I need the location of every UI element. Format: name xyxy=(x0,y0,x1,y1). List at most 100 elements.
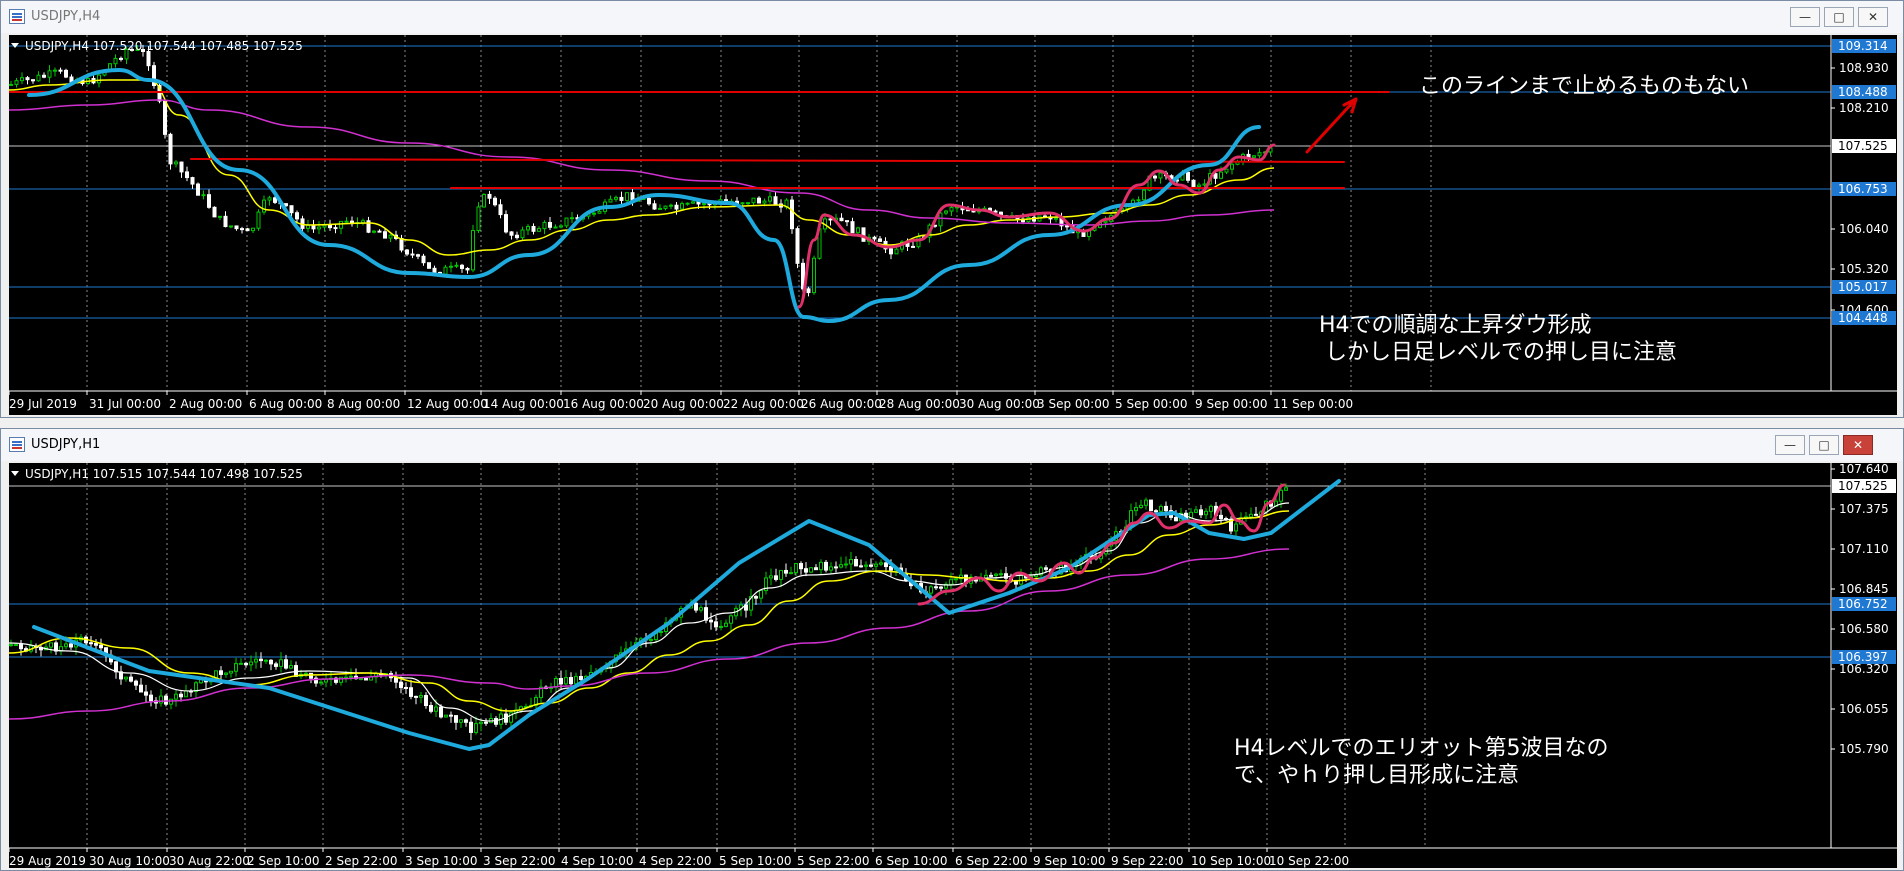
chart-window-h1[interactable]: USDJPY,H1 — □ ✕ 107.640 107.375 107.110 106… xyxy=(0,428,1904,871)
symbol-info: USDJPY,H1 107.515 107.544 107.498 107.52… xyxy=(25,467,303,481)
candle xyxy=(1159,505,1163,512)
candle xyxy=(416,254,420,257)
candle xyxy=(322,224,327,228)
chart-window-h4[interactable]: USDJPY,H4 — □ ✕ 108.930 108.210 106.040 105… xyxy=(0,0,1904,418)
candle xyxy=(834,566,838,569)
candle xyxy=(454,715,458,723)
candle xyxy=(394,677,398,683)
candle xyxy=(889,248,893,255)
candle xyxy=(185,171,189,179)
candle xyxy=(1219,171,1223,179)
candle xyxy=(680,203,684,210)
y-tick-label: 106.580 xyxy=(1839,622,1889,636)
candle xyxy=(124,676,128,680)
candle xyxy=(14,644,18,647)
candle xyxy=(164,695,168,705)
candle xyxy=(649,639,653,642)
candle xyxy=(144,691,148,696)
candle xyxy=(410,253,415,256)
candle xyxy=(939,586,943,589)
candle xyxy=(234,225,239,230)
price-chart-h1[interactable]: 107.640 107.375 107.110 106.845 106.580 106.3… xyxy=(9,463,1897,868)
x-tick-label: 5 Sep 00:00 xyxy=(1115,397,1187,411)
candle xyxy=(234,663,238,672)
candle xyxy=(1103,220,1108,224)
candle xyxy=(479,721,483,725)
candle xyxy=(434,706,438,712)
candle xyxy=(790,199,794,230)
candle xyxy=(264,659,268,662)
candle xyxy=(809,567,813,573)
price-label: 107.525 xyxy=(1838,139,1888,153)
candle xyxy=(424,695,428,707)
chart-area-h1[interactable]: 107.640 107.375 107.110 106.845 106.580 106.3… xyxy=(9,463,1897,868)
candle xyxy=(465,267,470,271)
candle xyxy=(625,192,629,201)
close-button[interactable]: ✕ xyxy=(1858,7,1888,27)
candle xyxy=(1230,163,1234,170)
chart-area-h4[interactable]: 108.930 108.210 106.040 105.320 104.600 109.3… xyxy=(9,35,1897,415)
candle xyxy=(42,74,46,78)
candle xyxy=(564,217,569,227)
candle xyxy=(878,238,882,242)
candle xyxy=(443,266,448,275)
candle xyxy=(759,590,763,599)
minimize-button[interactable]: — xyxy=(1775,435,1805,455)
candle xyxy=(509,231,514,236)
candle xyxy=(592,212,596,215)
candle xyxy=(218,215,222,218)
candle xyxy=(1139,504,1143,508)
annotation-resistance: このラインまで止めるものもない xyxy=(1419,74,1749,99)
candle xyxy=(14,80,19,85)
candle xyxy=(53,69,57,72)
candle xyxy=(19,644,23,650)
y-tick-label: 107.110 xyxy=(1839,542,1889,556)
candle xyxy=(1199,509,1203,516)
minimize-button[interactable]: — xyxy=(1790,7,1820,27)
maximize-button[interactable]: □ xyxy=(1824,7,1854,27)
x-tick-label: 4 Sep 10:00 xyxy=(561,854,633,868)
x-tick-label: 14 Aug 00:00 xyxy=(483,397,564,411)
candle xyxy=(1065,225,1069,228)
candle xyxy=(399,681,403,688)
x-tick-label: 4 Sep 22:00 xyxy=(639,854,711,868)
candle xyxy=(757,197,761,204)
candle xyxy=(359,677,363,680)
x-tick-label: 8 Aug 00:00 xyxy=(327,397,400,411)
candle xyxy=(526,225,530,231)
candle xyxy=(333,227,338,230)
close-button[interactable]: ✕ xyxy=(1843,435,1873,455)
x-tick-label: 29 Aug 2019 xyxy=(9,854,86,868)
candle xyxy=(647,198,651,205)
candle xyxy=(515,234,519,239)
candle xyxy=(916,236,921,248)
candle xyxy=(427,262,431,269)
title-bar-h1[interactable]: USDJPY,H1 — □ ✕ xyxy=(1,429,1903,461)
candle xyxy=(94,643,98,646)
annotation-pullback: で、やｈり押し目形成に注意 xyxy=(1234,763,1519,788)
candle xyxy=(850,221,855,234)
candle xyxy=(317,226,321,230)
candle xyxy=(691,201,695,204)
candle xyxy=(364,677,368,681)
candle xyxy=(134,680,138,686)
candle xyxy=(419,695,423,698)
candle xyxy=(804,568,808,573)
candle xyxy=(460,264,464,269)
title-bar-h4[interactable]: USDJPY,H4 — □ ✕ xyxy=(1,1,1903,33)
candle xyxy=(429,705,433,712)
candle xyxy=(114,661,118,673)
chart-menu-triangle-icon[interactable] xyxy=(11,471,19,476)
price-chart-h4[interactable]: 108.930108.210106.040105.320104.600109.3… xyxy=(9,35,1897,415)
candle xyxy=(9,644,13,647)
candle xyxy=(1044,567,1048,570)
x-tick-label: 6 Sep 22:00 xyxy=(955,854,1027,868)
candle xyxy=(559,225,563,228)
x-tick-label: 20 Aug 00:00 xyxy=(643,397,724,411)
candle xyxy=(163,100,167,135)
candle xyxy=(944,210,948,214)
candle xyxy=(469,721,473,733)
candle xyxy=(789,572,793,575)
maximize-button[interactable]: □ xyxy=(1809,435,1839,455)
candle xyxy=(388,234,393,239)
